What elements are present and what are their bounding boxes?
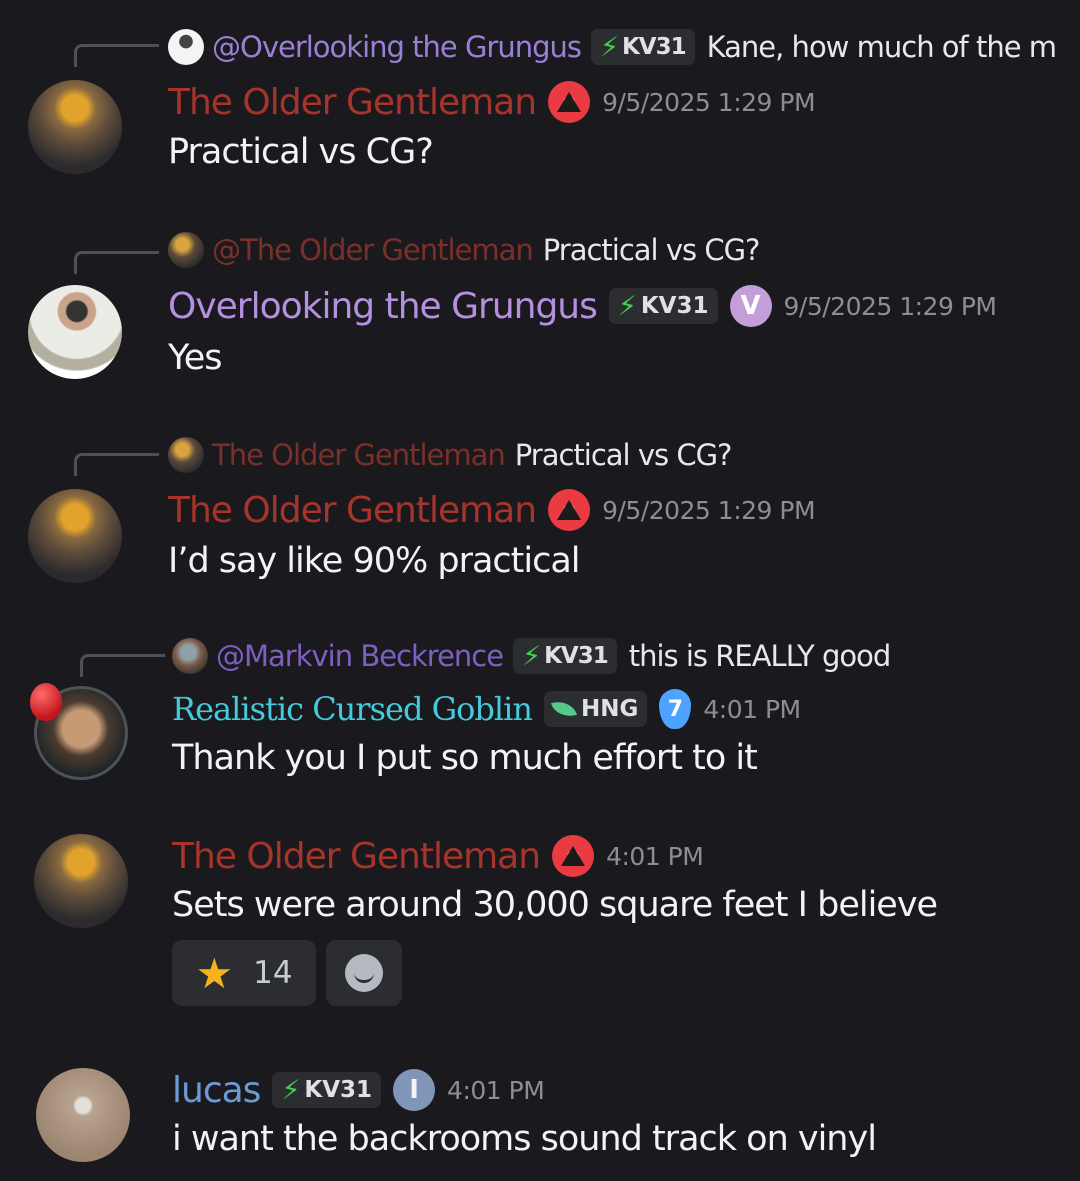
message-text: i want the backrooms sound track on viny… — [172, 1119, 877, 1159]
timestamp: 4:01 PM — [447, 1075, 545, 1105]
avatar[interactable] — [28, 285, 122, 379]
role-badge[interactable]: V — [729, 285, 772, 327]
alert-triangle-icon[interactable] — [548, 489, 591, 531]
author-name[interactable]: The Older Gentleman — [168, 82, 537, 123]
message-header: The Older Gentleman 9/5/2025 1:29 PM — [168, 78, 816, 126]
server-tag-label: KV31 — [640, 293, 709, 319]
server-tag-label: KV31 — [544, 643, 609, 669]
author-name[interactable]: The Older Gentleman — [172, 836, 541, 877]
server-tag: ⚡ KV31 — [513, 638, 617, 674]
message-text: Thank you I put so much effort to it — [172, 738, 758, 778]
reply-connector — [74, 44, 159, 67]
role-badge[interactable]: I — [393, 1069, 436, 1111]
add-reaction-button[interactable] — [326, 940, 402, 1006]
reply-avatar — [168, 232, 204, 268]
reply-connector — [74, 251, 159, 274]
avatar[interactable] — [34, 834, 128, 928]
server-tag: HNG — [543, 691, 648, 727]
reply-avatar — [172, 638, 208, 674]
reply-text: Practical vs CG? — [542, 233, 761, 267]
message-text: Sets were around 30,000 square feet I be… — [172, 885, 938, 925]
server-tag: ⚡ KV31 — [608, 288, 718, 324]
message-header: The Older Gentleman 4:01 PM — [172, 832, 704, 880]
smile-icon — [345, 954, 383, 992]
author-name[interactable]: lucas — [172, 1070, 261, 1111]
reply-connector — [74, 453, 159, 476]
reply-preview[interactable]: @Overlooking the Grungus ⚡ KV31 Kane, how… — [168, 27, 1057, 67]
reply-author[interactable]: The Older Gentleman — [212, 438, 506, 472]
timestamp: 9/5/2025 1:29 PM — [783, 291, 997, 321]
server-tag-label: KV31 — [304, 1077, 373, 1103]
author-name[interactable]: The Older Gentleman — [168, 490, 537, 531]
server-tag-label: KV31 — [621, 34, 687, 60]
star-icon: ★ — [195, 948, 234, 998]
reply-text: Kane, how much of the m — [706, 30, 1057, 64]
alert-triangle-icon[interactable] — [548, 81, 591, 123]
message-header: The Older Gentleman 9/5/2025 1:29 PM — [168, 486, 816, 534]
server-tag: ⚡ KV31 — [591, 29, 695, 65]
timestamp: 9/5/2025 1:29 PM — [602, 495, 816, 525]
timestamp: 4:01 PM — [606, 841, 704, 871]
author-name[interactable]: Realistic Cursed Goblin — [172, 690, 533, 728]
alert-triangle-icon[interactable] — [552, 835, 595, 877]
timestamp: 9/5/2025 1:29 PM — [602, 87, 816, 117]
balloon-decoration — [30, 683, 62, 721]
author-name[interactable]: Overlooking the Grungus — [168, 286, 598, 327]
reaction-count: 14 — [253, 955, 293, 991]
reply-text: this is REALLY good — [628, 639, 892, 673]
role-badge[interactable]: 7 — [659, 689, 692, 729]
reply-preview[interactable]: @The Older Gentleman Practical vs CG? — [168, 230, 761, 270]
message-header: lucas ⚡ KV31 I 4:01 PM — [172, 1066, 545, 1114]
server-tag: ⚡ KV31 — [272, 1072, 382, 1108]
reply-author[interactable]: @Overlooking the Grungus — [212, 30, 582, 64]
reply-preview[interactable]: The Older Gentleman Practical vs CG? — [168, 435, 733, 475]
message-text: Yes — [168, 338, 222, 378]
avatar[interactable] — [36, 1068, 130, 1162]
server-tag-label: HNG — [580, 696, 639, 722]
message-header: Overlooking the Grungus ⚡ KV31 V 9/5/2025… — [168, 282, 997, 330]
reply-avatar — [168, 29, 204, 65]
reply-connector — [80, 654, 165, 677]
reaction-star[interactable]: ★ 14 — [172, 940, 316, 1006]
reply-text: Practical vs CG? — [514, 438, 733, 472]
avatar[interactable] — [28, 80, 122, 174]
reply-author[interactable]: @Markvin Beckrence — [216, 639, 504, 673]
avatar[interactable] — [28, 489, 122, 583]
timestamp: 4:01 PM — [703, 694, 801, 724]
reply-preview[interactable]: @Markvin Beckrence ⚡ KV31 this is REALLY … — [172, 636, 892, 676]
chat-log: @Overlooking the Grungus ⚡ KV31 Kane, how… — [0, 0, 1080, 1181]
message-text: I’d say like 90% practical — [168, 541, 581, 581]
message-text: Practical vs CG? — [168, 132, 434, 172]
reply-avatar — [168, 437, 204, 473]
message-header: Realistic Cursed Goblin HNG 7 4:01 PM — [172, 685, 801, 733]
reply-author[interactable]: @The Older Gentleman — [212, 233, 534, 267]
